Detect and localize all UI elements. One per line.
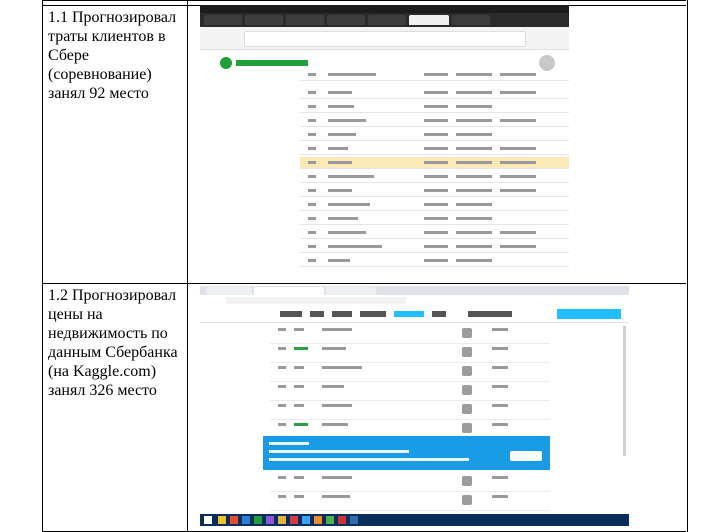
scrollbar[interactable]	[623, 326, 626, 456]
kaggle-competition-nav	[200, 306, 629, 323]
your-best-entry-banner	[263, 436, 550, 470]
app-icon[interactable]	[266, 516, 274, 524]
leaderboard-row	[300, 143, 569, 155]
url-field	[226, 297, 406, 304]
browser-tab-strip	[200, 286, 629, 295]
browser-tab-strip	[200, 13, 569, 27]
browser-tab	[368, 15, 406, 25]
leaderboard-row	[270, 324, 550, 344]
leaderboard-row	[300, 185, 569, 197]
browser-tab	[327, 15, 365, 25]
app-icon[interactable]	[338, 516, 346, 524]
table-row-divider	[42, 283, 686, 284]
browser-tab	[204, 15, 242, 25]
app-icon[interactable]	[302, 516, 310, 524]
app-icon[interactable]	[230, 516, 238, 524]
table-column-divider	[187, 0, 188, 532]
windows-taskbar	[200, 514, 629, 526]
url-field	[244, 31, 526, 47]
leaderboard-row	[300, 227, 569, 239]
submit-predictions-button[interactable]	[557, 309, 621, 319]
leaderboard-row	[270, 362, 550, 382]
row-1-description: 1.1 Прогнозировал траты клиентов в Сбере…	[48, 9, 177, 102]
leaderboard-row	[270, 491, 550, 511]
sberbank-logo	[220, 57, 310, 69]
leaderboard-row	[270, 472, 550, 492]
tweet-button[interactable]	[510, 451, 542, 461]
leaderboard-row	[300, 101, 569, 113]
leaderboard-row	[300, 115, 569, 127]
table-border-top	[42, 0, 686, 1]
leaderboard-row	[300, 171, 569, 183]
app-icon[interactable]	[278, 516, 286, 524]
address-bar	[200, 27, 569, 50]
leaderboard-row	[270, 343, 550, 363]
leaderboard-row	[270, 400, 550, 420]
leaderboard-row-highlighted	[300, 157, 569, 169]
leaderboard-row	[300, 241, 569, 253]
app-icon[interactable]	[290, 516, 298, 524]
browser-tab	[245, 15, 283, 25]
leaderboard-row	[300, 255, 569, 267]
leaderboard-row	[300, 213, 569, 225]
browser-tab	[206, 287, 252, 295]
browser-tab	[452, 15, 490, 25]
folder-icon[interactable]	[218, 516, 226, 524]
browser-tab-active	[409, 15, 449, 25]
tablet-status-bar	[200, 5, 569, 13]
browser-tab	[286, 15, 324, 25]
app-icon[interactable]	[314, 516, 322, 524]
app-icon[interactable]	[254, 516, 262, 524]
start-icon[interactable]	[204, 516, 212, 524]
leaderboard-row	[300, 129, 569, 141]
screenshot-sber-leaderboard	[200, 5, 569, 274]
screenshot-kaggle-leaderboard	[200, 286, 629, 526]
app-icon[interactable]	[242, 516, 250, 524]
browser-tab	[326, 287, 376, 295]
leaderboard-row	[270, 381, 550, 401]
app-icon[interactable]	[350, 516, 358, 524]
leaderboard-row	[300, 87, 569, 99]
row-2-description: 1.2 Прогнозировал цены на недвижимость п…	[48, 287, 178, 399]
app-icon[interactable]	[326, 516, 334, 524]
leaderboard-row	[300, 69, 569, 81]
browser-tab-active	[254, 287, 324, 295]
leaderboard-row	[300, 199, 569, 211]
